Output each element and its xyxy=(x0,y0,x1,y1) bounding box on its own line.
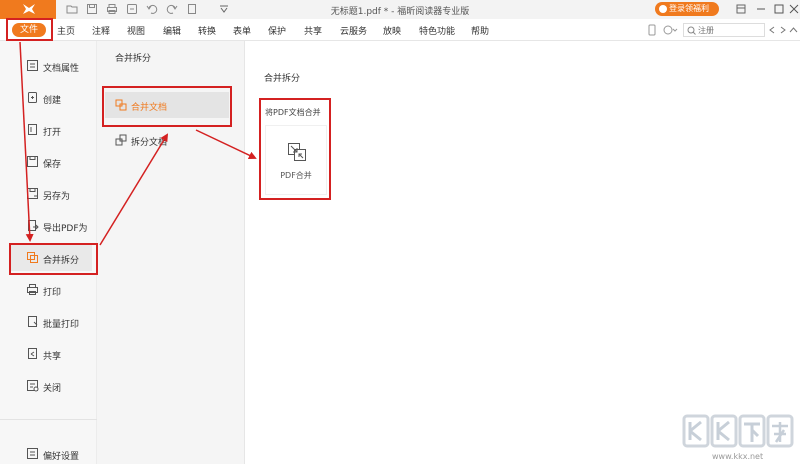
arrow-merge-document-to-pdf-merge xyxy=(195,129,257,160)
arrow-merge-split-to-merge-document xyxy=(99,133,169,246)
arrow-file-to-merge-split xyxy=(19,41,34,242)
annotation-arrows xyxy=(19,41,257,246)
kkx-watermark-logo xyxy=(682,414,794,448)
watermark-url: www.kkx.net xyxy=(712,452,764,461)
